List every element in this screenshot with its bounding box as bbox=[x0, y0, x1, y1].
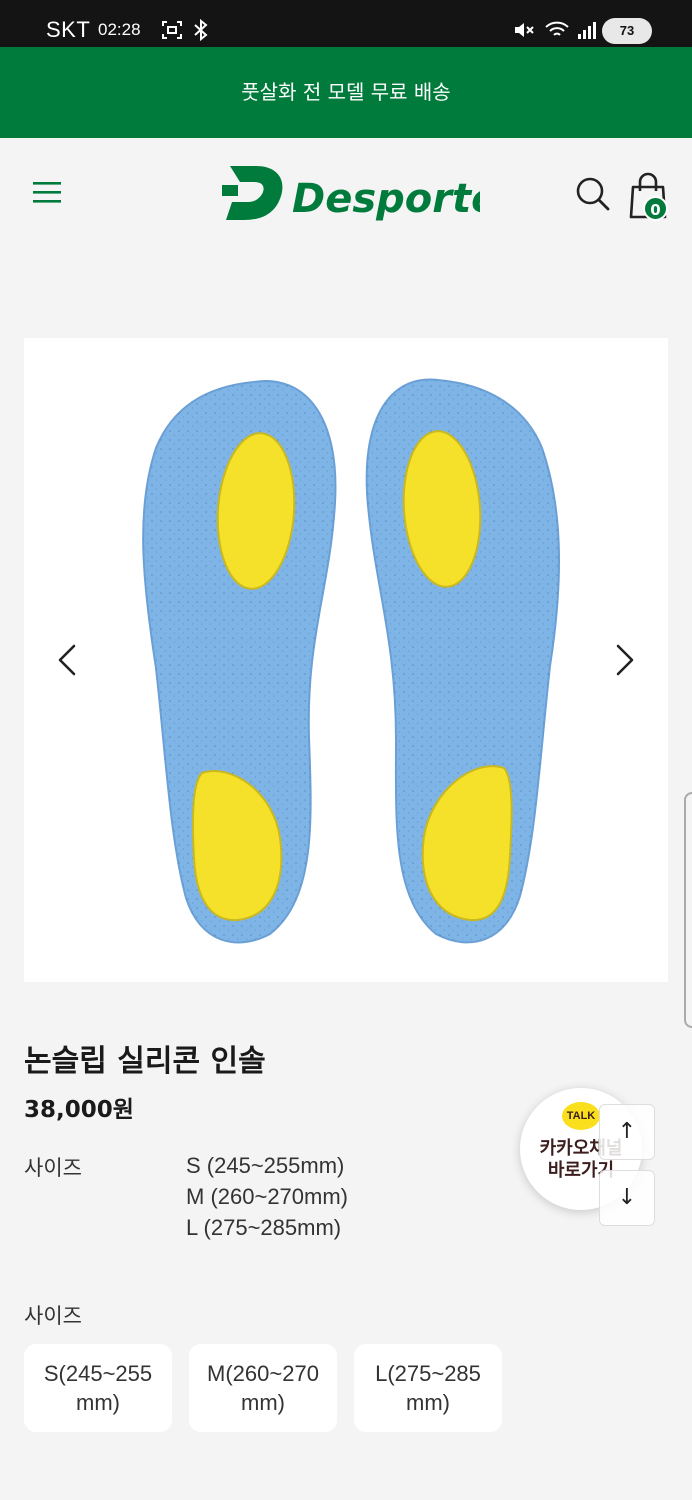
brand-wordmark: Desporte bbox=[292, 176, 480, 222]
size-option-l[interactable]: L(275~285 mm) bbox=[354, 1344, 502, 1432]
status-bar: SKT 02:28 73 bbox=[0, 0, 692, 47]
size-spec-values: S (245~255mm) M (260~270mm) L (275~285mm… bbox=[186, 1150, 348, 1243]
size-option-m[interactable]: M(260~270 mm) bbox=[189, 1344, 337, 1432]
product-title: 논슬립 실리콘 인솔 bbox=[24, 1044, 266, 1079]
promo-banner[interactable]: 풋살화 전 모델 무료 배송 bbox=[0, 47, 692, 138]
carrier-name: SKT bbox=[46, 17, 91, 42]
battery-indicator: 73 bbox=[602, 18, 652, 44]
scroll-up-button[interactable]: ↑ bbox=[599, 1104, 655, 1160]
carousel-prev-icon[interactable] bbox=[48, 640, 88, 680]
size-spec-m: M (260~270mm) bbox=[186, 1184, 349, 1209]
product-price: 38,000원 bbox=[24, 1097, 134, 1123]
menu-icon[interactable] bbox=[30, 178, 66, 208]
size-option-s-line1: S(245~255 bbox=[43, 1361, 153, 1386]
right-insole bbox=[365, 378, 560, 944]
search-icon[interactable] bbox=[573, 174, 613, 214]
size-option-s[interactable]: S(245~255 mm) bbox=[24, 1344, 172, 1432]
size-spec-s: S (245~255mm) bbox=[186, 1153, 345, 1178]
wifi-icon bbox=[545, 21, 569, 36]
clock: 02:28 bbox=[98, 20, 141, 39]
product-image bbox=[142, 378, 560, 944]
size-option-m-line2: mm) bbox=[241, 1390, 285, 1415]
left-insole bbox=[142, 380, 337, 944]
signal-icon bbox=[578, 22, 596, 39]
cart-count-badge: 0 bbox=[643, 196, 668, 221]
size-option-l-line1: L(275~285 bbox=[375, 1361, 481, 1386]
size-spec-l: L (275~285mm) bbox=[186, 1215, 342, 1240]
kakao-talk-icon: TALK bbox=[562, 1102, 600, 1130]
arrow-down-icon: ↓ bbox=[617, 1185, 637, 1210]
size-spec-label: 사이즈 bbox=[24, 1156, 82, 1180]
logo-mark-icon bbox=[222, 166, 283, 220]
size-option-l-line2: mm) bbox=[406, 1390, 450, 1415]
mute-icon bbox=[515, 23, 534, 37]
brand-logo[interactable]: Desporte bbox=[220, 160, 480, 226]
site-header: Desporte bbox=[0, 138, 692, 248]
size-option-label: 사이즈 bbox=[24, 1304, 82, 1328]
carousel-next-icon[interactable] bbox=[604, 640, 644, 680]
bluetooth-icon bbox=[194, 18, 208, 42]
scrollbar[interactable] bbox=[684, 792, 692, 1028]
size-option-m-line1: M(260~270 bbox=[207, 1361, 319, 1386]
size-option-s-line2: mm) bbox=[76, 1390, 120, 1415]
screenshot-icon bbox=[162, 21, 182, 39]
product-image-carousel[interactable] bbox=[24, 338, 668, 982]
scroll-down-button[interactable]: ↓ bbox=[599, 1170, 655, 1226]
arrow-up-icon: ↑ bbox=[617, 1119, 637, 1144]
